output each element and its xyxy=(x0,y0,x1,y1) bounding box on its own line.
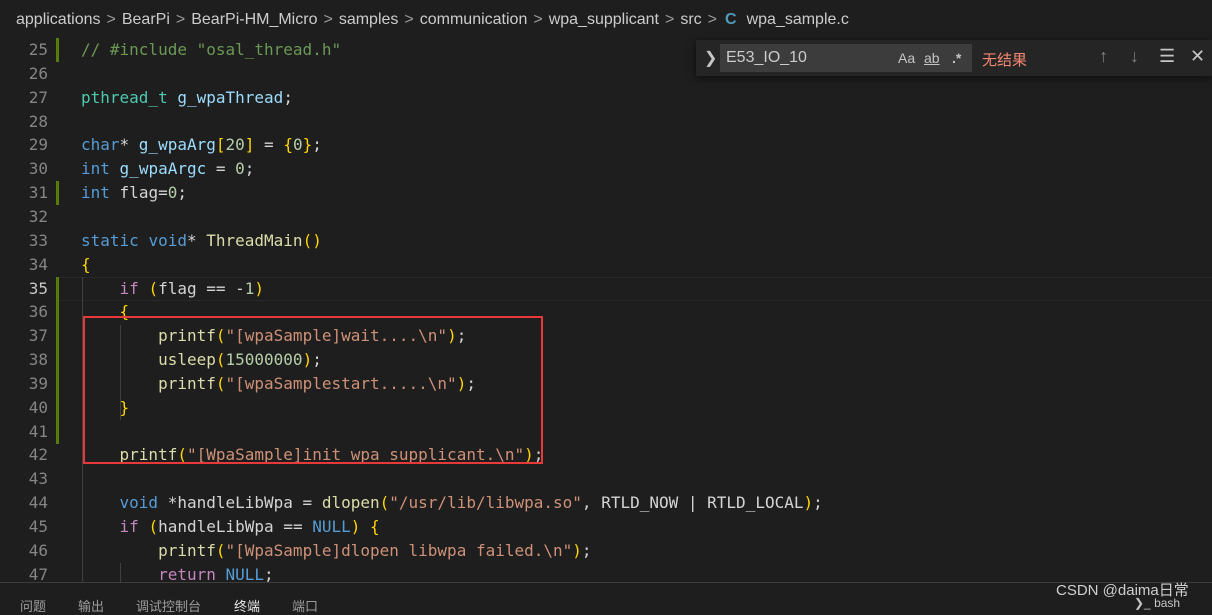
code-text: { xyxy=(81,254,91,274)
tab-problems[interactable]: 问题 xyxy=(20,596,46,615)
line-number: 45 xyxy=(28,517,48,536)
code-text: pthread_t g_wpaThread; xyxy=(81,87,293,107)
tab-ports[interactable]: 端口 xyxy=(292,596,318,615)
line-number: 39 xyxy=(28,373,48,393)
line-number: 38 xyxy=(28,350,48,370)
breadcrumb-separator: > xyxy=(404,11,414,28)
annotation-red-box xyxy=(83,316,543,464)
use-regex-button[interactable]: .* xyxy=(952,50,961,66)
line-number: 34 xyxy=(28,254,48,274)
code-line[interactable]: 30 int g_wpaArgc = 0; xyxy=(0,157,1212,181)
find-widget: ❯ E53_IO_10 Aa ab .* 无结果 ↑ ↓ ☰ ✕ xyxy=(696,40,1212,76)
code-line[interactable]: 45 if (handleLibWpa == NULL) { xyxy=(0,515,1212,539)
line-number: 26 xyxy=(28,63,48,83)
breadcrumb-bearpi-hm-micro[interactable]: BearPi-HM_Micro xyxy=(191,11,317,28)
breadcrumb-separator: > xyxy=(707,11,717,28)
code-line[interactable]: 32 xyxy=(0,205,1212,229)
code-text: void *handleLibWpa = dlopen("/usr/lib/li… xyxy=(119,493,823,513)
tab-output[interactable]: 输出 xyxy=(78,596,104,615)
breadcrumb-file[interactable]: wpa_sample.c xyxy=(747,11,849,28)
code-line[interactable]: 46 printf("[WpaSample]dlopen libwpa fail… xyxy=(0,539,1212,563)
line-number: 46 xyxy=(28,540,48,560)
code-line[interactable]: 29 char* g_wpaArg[20] = {0}; xyxy=(0,133,1212,157)
breadcrumb-separator: > xyxy=(106,11,116,28)
breadcrumb-separator: > xyxy=(533,11,543,28)
match-whole-word-button[interactable]: ab xyxy=(924,50,940,66)
line-number: 40 xyxy=(28,397,48,417)
breadcrumb-bearpi[interactable]: BearPi xyxy=(122,11,170,28)
line-number: 29 xyxy=(28,135,48,155)
line-number: 43 xyxy=(28,469,48,489)
breadcrumb-separator: > xyxy=(664,11,675,28)
code-line[interactable]: 31 int flag=0; xyxy=(0,181,1212,205)
tab-debug-console[interactable]: 调试控制台 xyxy=(136,596,201,615)
line-number: 47 xyxy=(28,564,48,582)
code-line[interactable]: 34 { xyxy=(0,253,1212,277)
breadcrumb-src[interactable]: src xyxy=(680,11,701,28)
chevron-right-icon[interactable]: ❯ xyxy=(704,48,717,68)
breadcrumb-applications[interactable]: applications xyxy=(16,11,101,28)
panel-tabs: 问题 输出 调试控制台 终端 端口 xyxy=(0,582,1212,614)
match-case-button[interactable]: Aa xyxy=(898,50,915,66)
find-status: 无结果 xyxy=(982,52,1028,69)
line-number: 36 xyxy=(28,302,48,322)
code-text: char* g_wpaArg[20] = {0}; xyxy=(81,135,322,155)
breadcrumb-separator: > xyxy=(323,11,333,28)
code-text: return NULL; xyxy=(158,564,274,582)
line-number: 32 xyxy=(28,206,48,226)
close-icon[interactable]: ✕ xyxy=(1190,46,1205,67)
c-file-icon: C xyxy=(725,11,737,28)
line-number: 35 xyxy=(28,278,48,298)
tab-terminal[interactable]: 终端 xyxy=(234,596,260,615)
code-line[interactable]: 27 pthread_t g_wpaThread; xyxy=(0,86,1212,110)
code-text: printf("[WpaSample]dlopen libwpa failed.… xyxy=(158,540,592,560)
breadcrumb-separator: > xyxy=(175,11,186,28)
code-line[interactable]: 35 if (flag == -1) xyxy=(0,277,1212,301)
line-number: 28 xyxy=(28,111,48,131)
breadcrumb-communication[interactable]: communication xyxy=(420,11,528,28)
code-text: int flag=0; xyxy=(81,183,187,203)
line-number: 25 xyxy=(28,40,48,59)
line-number: 42 xyxy=(28,445,48,465)
breadcrumb-wpa-supplicant[interactable]: wpa_supplicant xyxy=(549,11,659,28)
find-in-selection-icon[interactable]: ☰ xyxy=(1159,46,1175,67)
line-number: 37 xyxy=(28,326,48,346)
watermark: CSDN @daima日常 xyxy=(1056,582,1189,599)
line-number: 30 xyxy=(28,159,48,179)
code-line[interactable]: 43 xyxy=(0,467,1212,491)
code-text: if (flag == -1) xyxy=(119,278,265,298)
code-line[interactable]: 33 static void* ThreadMain() xyxy=(0,229,1212,253)
breadcrumb-samples[interactable]: samples xyxy=(339,11,399,28)
code-text: int g_wpaArgc = 0; xyxy=(81,159,255,179)
code-text: // #include "osal_thread.h" xyxy=(81,40,342,59)
line-number: 33 xyxy=(28,230,48,250)
arrow-down-icon[interactable]: ↓ xyxy=(1130,46,1139,67)
line-number: 44 xyxy=(28,493,48,513)
code-text: static void* ThreadMain() xyxy=(81,230,322,250)
line-number: 31 xyxy=(28,183,48,203)
arrow-up-icon[interactable]: ↑ xyxy=(1099,46,1108,67)
code-line[interactable]: 28 xyxy=(0,110,1212,134)
code-text: if (handleLibWpa == NULL) { xyxy=(119,517,380,536)
code-line[interactable]: 44 void *handleLibWpa = dlopen("/usr/lib… xyxy=(0,491,1212,515)
code-editor[interactable]: 25 // #include "osal_thread.h" 26 27 pthread… xyxy=(0,38,1212,582)
code-line[interactable]: 47 return NULL; xyxy=(0,563,1212,582)
line-number: 27 xyxy=(28,87,48,107)
line-number: 41 xyxy=(28,421,48,441)
